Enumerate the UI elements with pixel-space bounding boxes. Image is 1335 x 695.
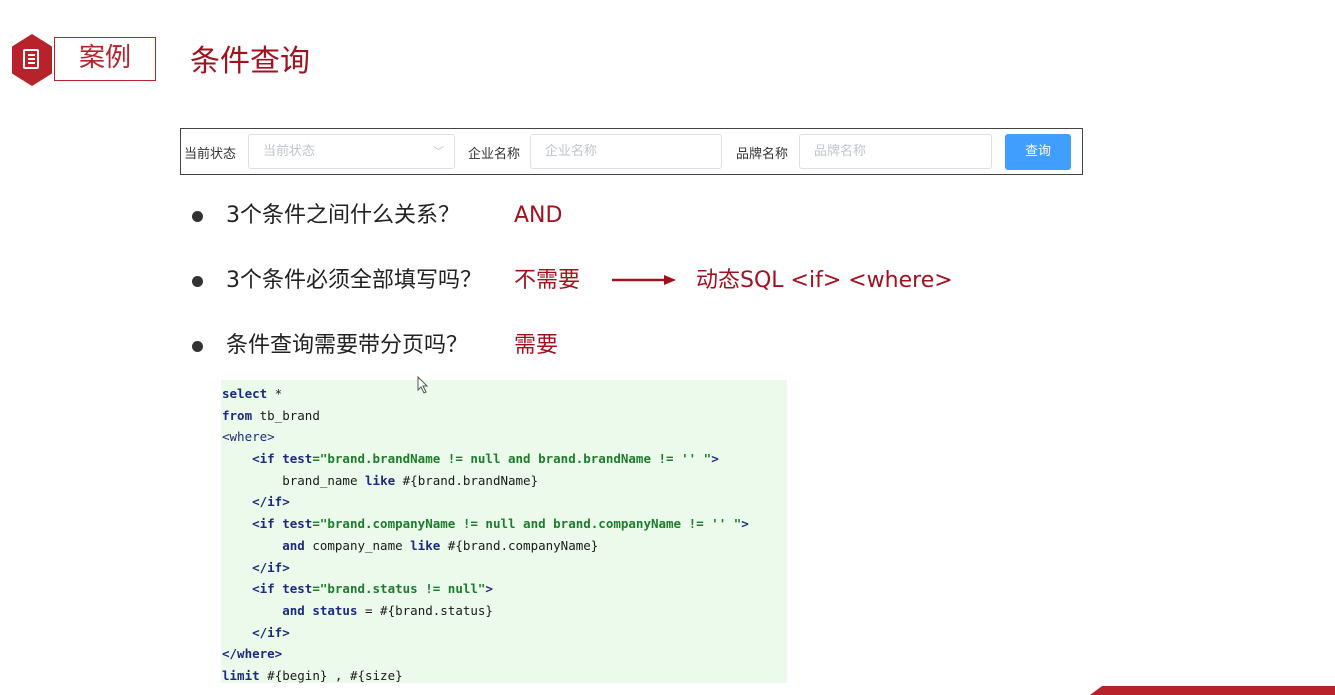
bullet-question: 3个条件之间什么关系？ — [226, 203, 460, 228]
code-line: limit #{begin} , #{size} — [222, 667, 403, 683]
sql-code-block: select * from tb_brand <where> <if test=… — [221, 380, 787, 683]
document-icon — [23, 49, 39, 69]
code-line: and status = #{brand.status} — [282, 602, 493, 618]
bullet-question: 3个条件必须全部填写吗？ — [226, 268, 482, 293]
bullet-question: 条件查询需要带分页吗？ — [226, 333, 469, 358]
case-tag: 案例 — [54, 37, 156, 81]
code-line: <if test="brand.companyName != null and … — [252, 516, 749, 532]
brand-input[interactable]: 品牌名称 — [799, 134, 992, 169]
code-line: <where> — [222, 429, 275, 445]
code-line: </if> — [252, 559, 290, 575]
bullet-item: 3个条件必须全部填写吗？ 不需要 动态SQL <if> <where> — [192, 263, 992, 299]
case-badge-icon — [12, 34, 52, 86]
company-input[interactable]: 企业名称 — [530, 134, 722, 169]
arrow-right-icon — [612, 275, 676, 285]
bullet-answer-detail: 动态SQL <if> <where> — [696, 268, 953, 293]
query-button[interactable]: 查询 — [1005, 134, 1071, 170]
chevron-down-icon: ﹀ — [433, 145, 444, 158]
company-label: 企业名称 — [468, 147, 521, 162]
bullet-answer: 不需要 — [514, 268, 581, 293]
bullet-dot — [192, 276, 203, 287]
code-line: </if> — [252, 494, 290, 510]
code-line: </where> — [222, 646, 283, 662]
brand-label: 品牌名称 — [736, 147, 789, 162]
page-title: 条件查询 — [190, 44, 310, 79]
code-line: select * — [222, 386, 283, 401]
code-line: <if test="brand.brandName != null and br… — [252, 451, 719, 467]
code-line: </if> — [252, 624, 290, 640]
corner-decoration — [1090, 686, 1335, 695]
bullet-answer: AND — [514, 203, 563, 228]
code-line: <if test="brand.status != null"> — [252, 581, 493, 597]
bullet-answer: 需要 — [514, 333, 559, 358]
bullet-dot — [192, 341, 203, 352]
status-select[interactable]: 当前状态 ﹀ — [248, 134, 455, 169]
code-line: and company_name like #{brand.companyNam… — [282, 537, 599, 553]
status-label: 当前状态 — [184, 147, 237, 162]
code-line: from tb_brand — [222, 407, 320, 423]
code-line: brand_name like #{brand.brandName} — [282, 472, 539, 488]
search-form: 当前状态 当前状态 ﹀ 企业名称 企业名称 品牌名称 品牌名称 查询 — [180, 128, 1083, 175]
mouse-cursor-icon — [417, 376, 429, 394]
bullet-dot — [192, 211, 203, 222]
